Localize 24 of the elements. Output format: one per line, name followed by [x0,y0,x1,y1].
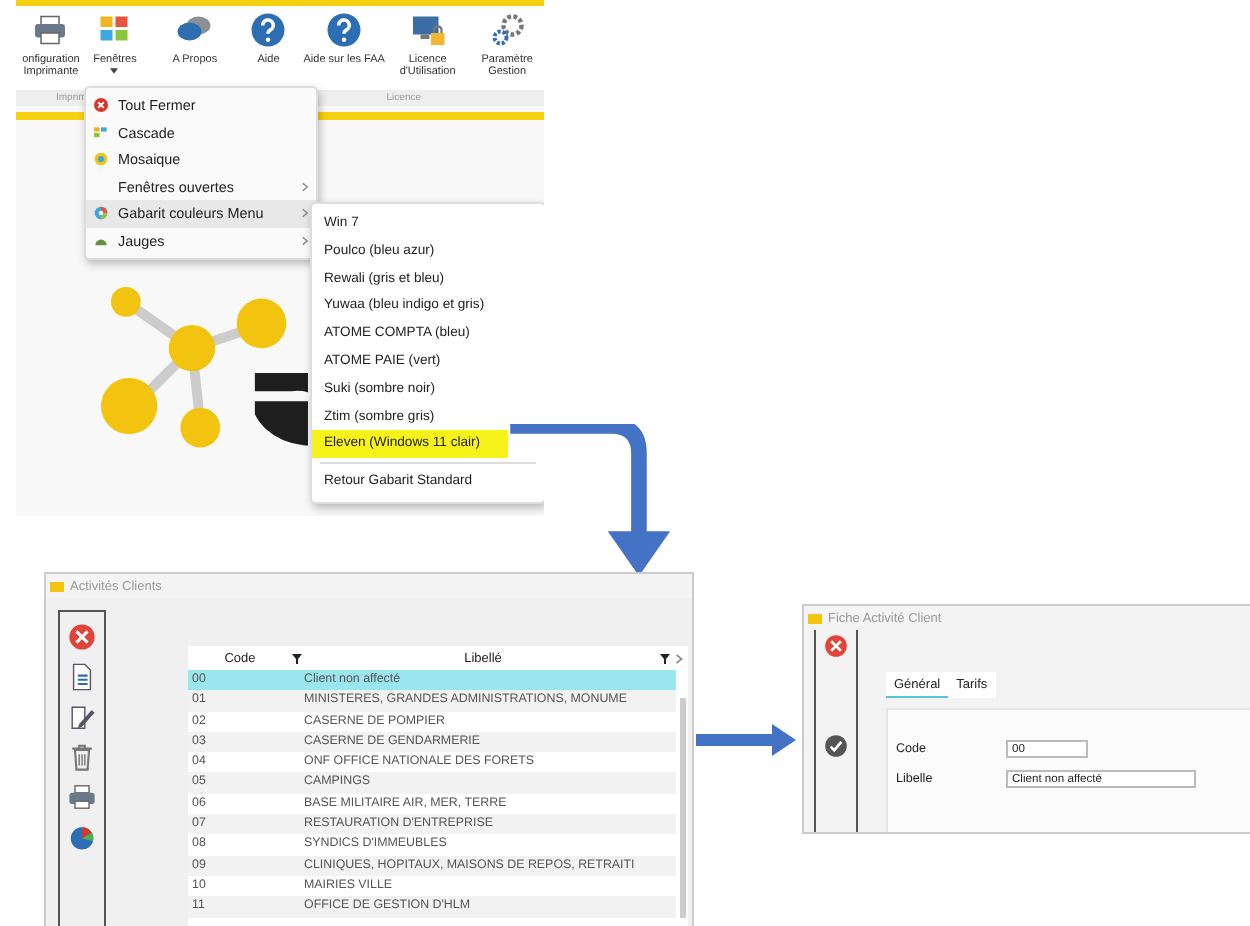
pie-chart-icon[interactable] [68,822,96,852]
filter-icon[interactable] [292,653,302,663]
close-icon[interactable] [824,634,848,658]
chevron-icon[interactable] [674,653,684,663]
close-icon [94,98,108,113]
mosaic-icon [94,152,108,167]
close-icon[interactable] [68,622,96,652]
help-icon [326,12,363,48]
checkmark-icon[interactable] [824,734,848,758]
arrow-icon [696,724,796,756]
printer-icon[interactable] [68,782,96,812]
document-icon[interactable] [68,662,96,692]
scrollbar[interactable] [680,698,686,918]
monitor-lock-icon [409,12,446,48]
color-wheel-icon [94,206,108,221]
filter-icon[interactable] [660,653,670,663]
trash-icon[interactable] [68,742,96,772]
app-icon [808,613,822,623]
printer-icon [32,12,69,48]
edit-icon[interactable] [68,702,96,732]
tiles-icon [94,125,108,140]
app-icon [50,581,64,591]
gears-icon [489,12,526,48]
help-icon [250,12,287,48]
